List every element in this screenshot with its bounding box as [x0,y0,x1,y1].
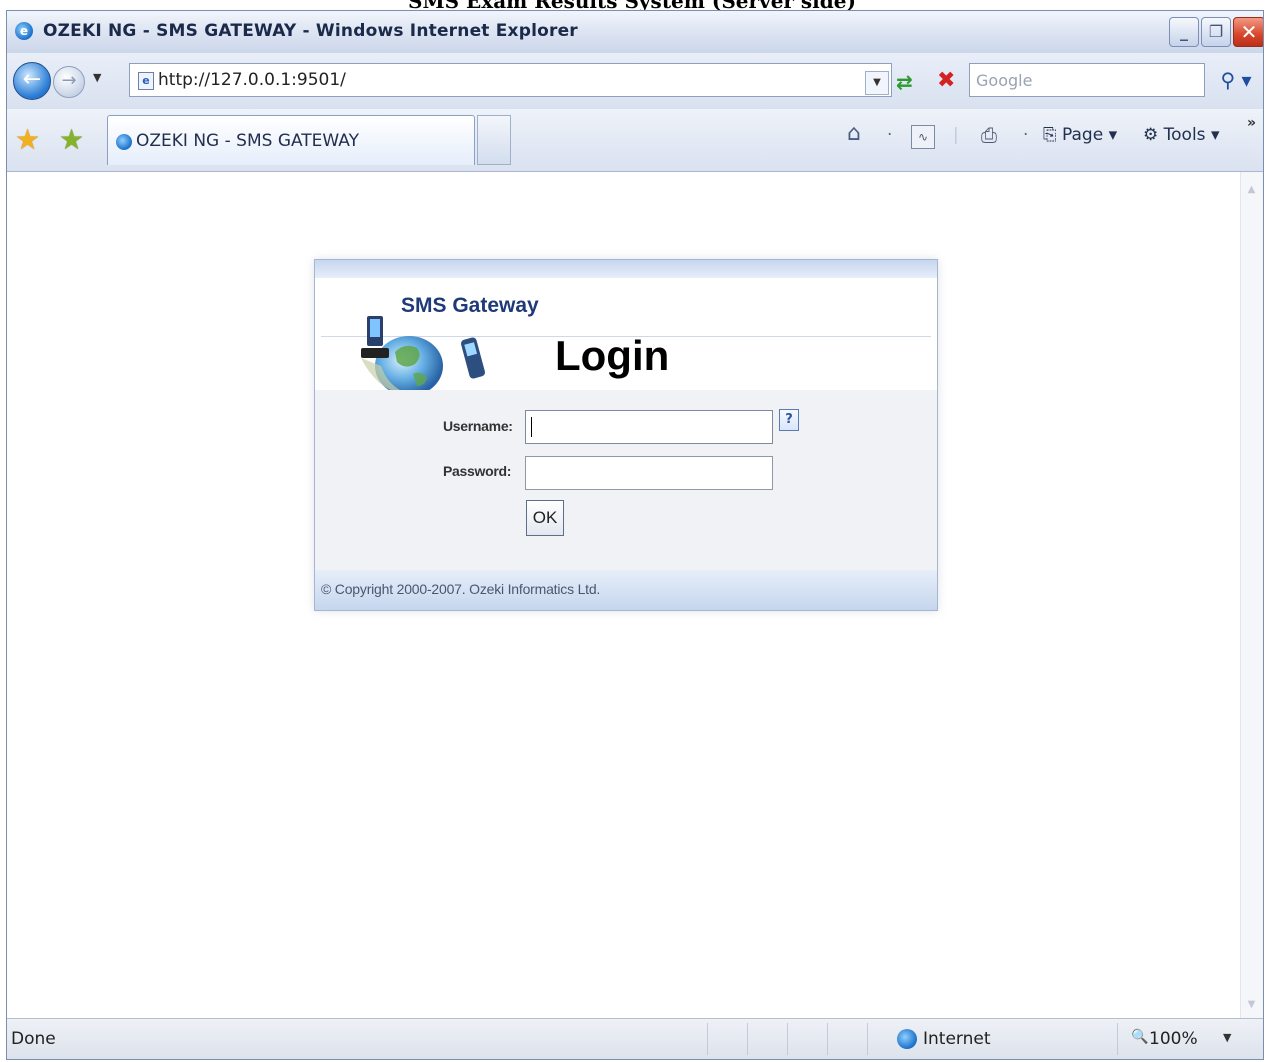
forward-icon[interactable]: → [53,66,85,98]
status-divider [827,1023,828,1055]
history-dropdown-icon[interactable]: ▼ [93,71,101,84]
status-bar: Done Internet 🔍 100% ▼ [7,1018,1263,1059]
zoom-icon[interactable]: 🔍 [1131,1029,1148,1045]
tab-row: ★ ★ OZEKI NG - SMS GATEWAY ⌂ · ∿ | ⎙ · ⎘… [7,109,1263,172]
vertical-scrollbar[interactable]: ▲ ▼ [1240,172,1263,1021]
panel-top-bar [315,260,937,278]
page-menu-label: Page [1062,125,1104,145]
toolbar-separator: | [953,125,959,145]
home-dropdown-icon[interactable]: · [887,125,892,145]
browser-window: e OZEKI NG - SMS GATEWAY - Windows Inter… [6,10,1264,1060]
print-dropdown-icon[interactable]: · [1023,125,1028,145]
title-bar: e OZEKI NG - SMS GATEWAY - Windows Inter… [7,11,1263,54]
more-tools-icon[interactable]: » [1247,115,1256,131]
minimize-button[interactable]: _ [1169,17,1199,47]
tab-label: OZEKI NG - SMS GATEWAY [136,131,360,151]
tools-menu[interactable]: ⚙ Tools ▾ [1143,125,1219,145]
address-dropdown-icon[interactable]: ▼ [865,71,889,95]
address-url[interactable]: http://127.0.0.1:9501/ [158,70,346,90]
maximize-button[interactable]: ❐ [1201,17,1231,47]
text-caret [531,417,532,437]
zoom-dropdown-icon[interactable]: ▼ [1223,1031,1231,1044]
feeds-icon[interactable]: ∿ [911,125,935,149]
scroll-down-icon[interactable]: ▼ [1244,999,1259,1017]
refresh-icon[interactable]: ⇄ [896,70,913,94]
status-divider [707,1023,708,1055]
login-panel: SMS Gateway Login Username: ? Password: … [314,259,938,611]
tab-ozeki[interactable]: OZEKI NG - SMS GATEWAY [107,115,475,165]
tab-ie-icon [116,134,132,150]
status-divider [867,1023,868,1055]
globe-icon [897,1029,917,1049]
favorites-star-icon[interactable]: ★ [15,123,40,156]
print-icon[interactable]: ⎙ [981,123,997,147]
password-label: Password: [443,463,512,479]
tools-menu-icon: ⚙ [1143,125,1164,145]
status-divider [787,1023,788,1055]
search-icon[interactable]: ⚲ ▾ [1213,63,1259,97]
tools-menu-label: Tools [1163,125,1206,145]
security-zone[interactable]: Internet [923,1029,991,1049]
back-icon[interactable]: ← [13,62,51,100]
sms-gateway-logo [361,316,486,397]
login-title: Login [555,332,670,379]
ie-icon: e [15,22,33,40]
status-divider [747,1023,748,1055]
close-button[interactable]: ✕ [1233,17,1263,47]
page-menu[interactable]: ⎘ Page ▾ [1043,125,1117,145]
username-input[interactable] [525,410,773,444]
home-icon[interactable]: ⌂ [847,121,861,146]
logo-text: SMS Gateway [401,294,539,317]
add-favorites-icon[interactable]: ★ [59,123,84,156]
status-text: Done [11,1029,56,1049]
stop-icon[interactable]: ✖ [937,68,955,93]
panel-header: SMS Gateway Login [315,278,937,397]
login-form: Username: ? Password: OK [315,390,937,570]
search-placeholder: Google [976,71,1033,90]
page-content: SMS Gateway Login Username: ? Password: … [7,172,1263,1021]
address-row: ← → ▼ e http://127.0.0.1:9501/ ▼ ⇄ ✖ Goo… [7,53,1263,109]
window-title: OZEKI NG - SMS GATEWAY - Windows Interne… [43,21,578,41]
page-menu-icon: ⎘ [1043,125,1063,145]
search-input[interactable]: Google [969,63,1205,97]
zoom-level[interactable]: 100% [1149,1029,1198,1049]
address-bar[interactable]: e http://127.0.0.1:9501/ [129,63,892,97]
scroll-up-icon[interactable]: ▲ [1244,184,1259,202]
copyright-text: © Copyright 2000-2007. Ozeki Informatics… [321,581,601,597]
status-divider [1117,1023,1118,1055]
ok-button[interactable]: OK [526,500,564,536]
page-icon: e [138,72,154,90]
username-label: Username: [443,418,513,434]
help-icon[interactable]: ? [779,409,799,431]
new-tab-button[interactable] [477,115,511,165]
panel-footer: © Copyright 2000-2007. Ozeki Informatics… [315,570,937,610]
password-input[interactable] [525,456,773,490]
